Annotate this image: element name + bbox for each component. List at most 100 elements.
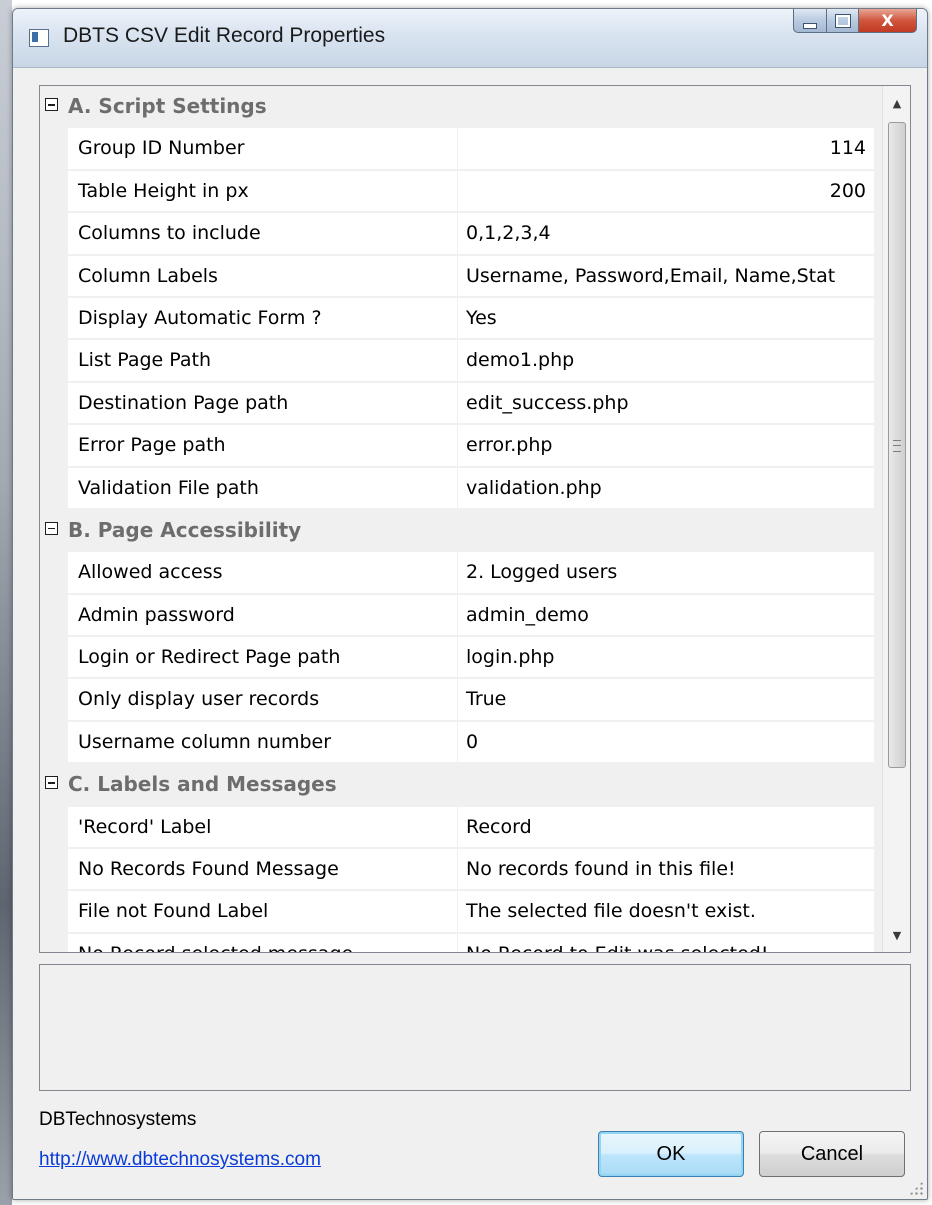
property-name: Column Labels [78, 264, 218, 287]
property-name-cell[interactable]: Table Height in px [68, 170, 458, 213]
property-name-cell[interactable]: Validation File path [68, 467, 458, 509]
property-value-cell[interactable]: True [458, 679, 874, 721]
property-value: The selected file doesn't exist. [466, 900, 756, 923]
collapse-minus-icon[interactable] [45, 98, 58, 111]
ok-button[interactable]: OK [598, 1131, 744, 1177]
property-value-cell[interactable]: 0,1,2,3,4 [458, 213, 874, 255]
property-row[interactable]: Destination Page path edit_success.php [40, 382, 884, 426]
property-value-cell[interactable]: Username, Password,Email, Name,Stat [458, 255, 874, 297]
property-row[interactable]: Admin password admin_demo [40, 594, 884, 638]
property-value: No records found in this file! [466, 858, 736, 881]
scroll-up-button[interactable]: ▲ [883, 86, 910, 120]
property-name-cell[interactable]: File not Found Label [68, 891, 458, 933]
property-name-cell[interactable]: No Record selected message [68, 933, 458, 952]
property-value-cell[interactable]: admin_demo [458, 594, 874, 637]
title-bar[interactable]: DBTS CSV Edit Record Properties X [13, 9, 927, 68]
property-value-cell[interactable]: 0 [458, 721, 874, 764]
property-name: Admin password [78, 603, 235, 626]
collapse-minus-icon[interactable] [45, 776, 58, 790]
property-name: No Records Found Message [78, 858, 339, 881]
property-name: Username column number [78, 730, 332, 753]
property-value-cell[interactable]: validation.php [458, 467, 874, 509]
property-row[interactable]: Login or Redirect Page path login.php [40, 637, 884, 680]
close-icon: X [881, 11, 894, 30]
description-panel [39, 964, 911, 1091]
property-value: admin_demo [466, 603, 589, 626]
property-row[interactable]: Display Automatic Form ? Yes [40, 297, 884, 341]
property-name: 'Record' Label [78, 815, 212, 838]
category-label: B. Page Accessibility [68, 517, 302, 542]
resize-grip-icon[interactable] [909, 1181, 923, 1195]
minimize-button[interactable] [793, 9, 827, 33]
property-row[interactable]: List Page Path demo1.php [40, 340, 884, 383]
thumb-grip-icon [893, 440, 901, 452]
property-name-cell[interactable]: List Page Path [68, 340, 458, 382]
property-value-cell[interactable]: 114 [458, 128, 874, 170]
property-name: Only display user records [78, 688, 320, 711]
close-button[interactable]: X [859, 9, 917, 33]
property-row[interactable]: Allowed access 2. Logged users [40, 552, 884, 595]
category-row[interactable]: C. Labels and Messages [40, 764, 884, 807]
app-window-icon [29, 29, 49, 47]
scroll-down-button[interactable]: ▼ [883, 918, 910, 952]
company-website-link[interactable]: http://www.dbtechnosystems.com [39, 1149, 321, 1171]
category-row[interactable]: B. Page Accessibility [40, 509, 884, 553]
property-name-cell[interactable]: Only display user records [68, 679, 458, 721]
property-name-cell[interactable]: Display Automatic Form ? [68, 297, 458, 340]
property-name-cell[interactable]: Login or Redirect Page path [68, 637, 458, 679]
property-row[interactable]: Only display user records True [40, 679, 884, 722]
property-row[interactable]: File not Found Label The selected file do… [40, 891, 884, 934]
property-row[interactable]: Column Labels Username, Password,Email, N… [40, 255, 884, 298]
property-value: 114 [829, 137, 866, 160]
property-name: Table Height in px [78, 179, 249, 202]
property-grid: A. Script Settings Group ID Number 114 Tabl… [39, 85, 911, 953]
property-name-cell[interactable]: Admin password [68, 594, 458, 637]
desktop-background [0, 0, 12, 1205]
property-value-cell[interactable]: The selected file doesn't exist. [458, 891, 874, 933]
property-row[interactable]: Error Page path error.php [40, 425, 884, 468]
property-name-cell[interactable]: Destination Page path [68, 382, 458, 425]
property-name: List Page Path [78, 349, 212, 372]
property-value-cell[interactable]: No Record to Edit was selected! [458, 933, 874, 952]
collapse-minus-icon[interactable] [45, 521, 58, 535]
property-row[interactable]: Columns to include 0,1,2,3,4 [40, 213, 884, 256]
property-name-cell[interactable]: Error Page path [68, 425, 458, 467]
property-name-cell[interactable]: Columns to include [68, 213, 458, 255]
property-name-cell[interactable]: Username column number [68, 721, 458, 764]
property-row[interactable]: Validation File path validation.php [40, 467, 884, 510]
property-name-cell[interactable]: No Records Found Message [68, 849, 458, 891]
property-value-cell[interactable]: 200 [458, 170, 874, 213]
property-value-cell[interactable]: 2. Logged users [458, 552, 874, 594]
property-value-cell[interactable]: Record [458, 806, 874, 849]
property-name: Destination Page path [78, 391, 289, 414]
property-name-cell[interactable]: 'Record' Label [68, 806, 458, 849]
property-value: validation.php [466, 476, 602, 499]
scrollbar-thumb[interactable] [888, 122, 906, 768]
property-value-cell[interactable]: edit_success.php [458, 382, 874, 425]
property-value-cell[interactable]: Yes [458, 297, 874, 340]
property-row[interactable]: Username column number 0 [40, 721, 884, 765]
property-row[interactable]: No Records Found Message No records found… [40, 849, 884, 892]
property-row[interactable]: No Record selected message No Record to E… [40, 933, 884, 952]
category-row[interactable]: A. Script Settings [40, 86, 884, 129]
property-value: error.php [466, 434, 553, 457]
vertical-scrollbar[interactable]: ▲ ▼ [882, 86, 910, 952]
property-name-cell[interactable]: Allowed access [68, 552, 458, 594]
property-value-cell[interactable]: login.php [458, 637, 874, 679]
property-row[interactable]: Table Height in px 200 [40, 170, 884, 214]
property-value-cell[interactable]: error.php [458, 425, 874, 467]
property-value: No Record to Edit was selected! [466, 943, 768, 952]
cancel-button[interactable]: Cancel [759, 1131, 905, 1177]
maximize-button[interactable] [827, 9, 859, 33]
property-value-cell[interactable]: No records found in this file! [458, 849, 874, 891]
property-name-cell[interactable]: Column Labels [68, 255, 458, 297]
property-name-cell[interactable]: Group ID Number [68, 128, 458, 170]
property-rows: A. Script Settings Group ID Number 114 Tabl… [40, 86, 884, 952]
property-value: 0,1,2,3,4 [466, 222, 551, 245]
property-row[interactable]: 'Record' Label Record [40, 806, 884, 850]
property-name: Columns to include [78, 222, 261, 245]
caption-buttons: X [793, 9, 917, 35]
property-value-cell[interactable]: demo1.php [458, 340, 874, 382]
property-name: No Record selected message [78, 943, 353, 952]
property-row[interactable]: Group ID Number 114 [40, 128, 884, 171]
